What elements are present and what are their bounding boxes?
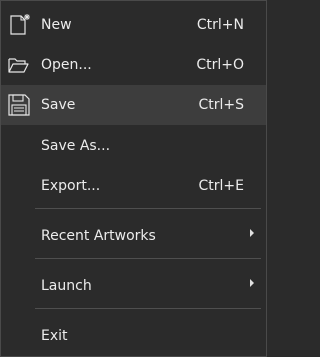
menu-item-label: Open... — [41, 57, 92, 73]
menu-item-save[interactable]: Save Ctrl+S — [1, 85, 266, 125]
open-folder-icon — [6, 53, 32, 77]
menu-item-save-as[interactable]: Save As... — [1, 126, 266, 166]
menu-item-label: Save — [41, 97, 76, 113]
menu-separator — [35, 208, 261, 209]
menu-item-new[interactable]: New Ctrl+N — [1, 5, 266, 45]
menu-item-label: New — [41, 17, 72, 33]
floppy-disk-icon — [6, 93, 32, 117]
menu-item-open[interactable]: Open... Ctrl+O — [1, 45, 266, 85]
file-menu: New Ctrl+N Open... Ctrl+O Save Ctrl+S Sa… — [0, 0, 267, 357]
menu-item-launch[interactable]: Launch — [1, 266, 266, 306]
new-file-icon — [6, 13, 32, 37]
menu-item-label: Exit — [41, 328, 68, 344]
menu-item-recent-artworks[interactable]: Recent Artworks — [1, 216, 266, 256]
submenu-arrow-icon — [250, 279, 254, 287]
menu-separator — [35, 308, 261, 309]
menu-item-label: Recent Artworks — [41, 228, 156, 244]
shortcut-label: Ctrl+S — [198, 97, 244, 113]
menu-item-export[interactable]: Export... Ctrl+E — [1, 166, 266, 206]
menu-item-label: Save As... — [41, 138, 111, 154]
menu-item-label: Export... — [41, 178, 101, 194]
menu-item-exit[interactable]: Exit — [1, 316, 266, 356]
menu-separator — [35, 258, 261, 259]
submenu-arrow-icon — [250, 229, 254, 237]
shortcut-label: Ctrl+N — [196, 17, 244, 33]
menu-item-label: Launch — [41, 278, 92, 294]
shortcut-label: Ctrl+E — [198, 178, 245, 194]
shortcut-label: Ctrl+O — [196, 57, 244, 73]
